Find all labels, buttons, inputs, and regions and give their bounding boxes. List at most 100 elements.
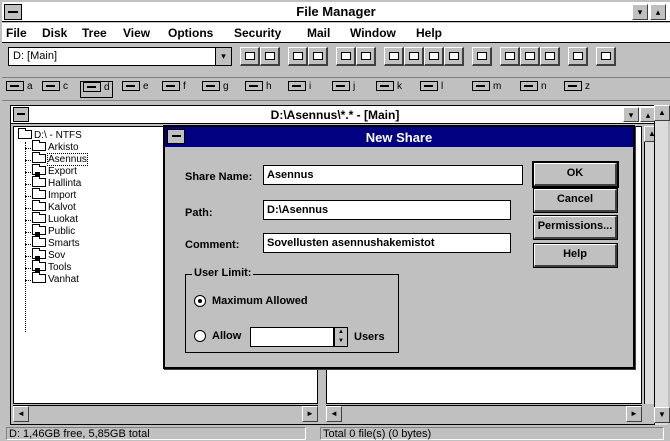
permissions-tool[interactable] (596, 47, 616, 66)
stop-sharing-tool[interactable] (308, 47, 328, 66)
drive-e[interactable]: e (122, 81, 149, 98)
tree-horizontal-scrollbar[interactable]: ◄ ► (13, 405, 318, 422)
drive-letter: e (143, 81, 149, 92)
dialog-title-bar[interactable]: New Share (165, 127, 633, 147)
path-label: Path: (185, 207, 213, 219)
scroll-left-icon[interactable]: ◄ (326, 406, 342, 422)
drive-letter: i (309, 81, 312, 92)
share-as-tool[interactable] (288, 47, 308, 66)
scroll-right-icon[interactable]: ► (626, 406, 642, 422)
title-bar[interactable]: File Manager ▾ ▴ (2, 2, 670, 22)
menu-options[interactable]: Options (168, 26, 213, 40)
disconnect-drive-tool[interactable] (260, 47, 280, 66)
folder-icon (32, 176, 46, 187)
dropdown-arrow-icon[interactable]: ▾ (215, 48, 231, 65)
sort-name-tool[interactable] (424, 47, 444, 66)
menu-help[interactable]: Help (416, 26, 442, 40)
tree-item-selected[interactable]: Asennus (32, 152, 88, 166)
drive-l[interactable]: l (420, 81, 443, 98)
drive-d[interactable]: d (80, 81, 113, 98)
properties-tool[interactable] (568, 47, 588, 66)
tree-root-label: D:\ - NTFS (34, 130, 82, 141)
list-view-tool[interactable] (384, 47, 404, 66)
tree-branch (25, 160, 31, 161)
drive-z[interactable]: z (564, 81, 590, 98)
status-disk-space: D: 1,46GB free, 5,85GB total (6, 427, 306, 440)
delete-file-tool[interactable] (540, 47, 560, 66)
scroll-up-icon[interactable]: ▲ (654, 105, 670, 121)
files-horizontal-scrollbar[interactable]: ◄ ► (326, 405, 642, 422)
drive-c[interactable]: c (42, 81, 68, 98)
allow-users-input[interactable] (250, 327, 334, 347)
connect-drive-tool[interactable] (240, 47, 260, 66)
menu-mail[interactable]: Mail (307, 26, 330, 40)
large-icons-tool[interactable] (336, 47, 356, 66)
child-minimize-button[interactable]: ▾ (623, 107, 639, 122)
network-drive-icon (288, 81, 306, 92)
drive-i[interactable]: i (288, 81, 311, 98)
comment-input[interactable]: Sovellusten asennushakemistot (263, 233, 511, 253)
permissions-button[interactable]: Permissions... (533, 215, 618, 240)
drive-f[interactable]: f (162, 81, 186, 98)
allow-radio[interactable] (194, 330, 206, 342)
scroll-right-icon[interactable]: ► (302, 406, 318, 422)
copy-tool[interactable] (500, 47, 520, 66)
drive-letter: f (183, 81, 186, 92)
maximum-allowed-label[interactable]: Maximum Allowed (212, 295, 308, 307)
floppy-drive-icon (6, 81, 24, 92)
drive-n[interactable]: n (520, 81, 547, 98)
small-icons-tool[interactable] (356, 47, 376, 66)
share-name-input[interactable]: Asennus (263, 165, 523, 185)
drive-letter: n (541, 81, 547, 92)
tree-root[interactable]: D:\ - NTFS (18, 128, 82, 142)
details-view-tool[interactable] (404, 47, 424, 66)
drive-m[interactable]: m (472, 81, 501, 98)
status-bar: D: 1,46GB free, 5,85GB total Total 0 fil… (2, 426, 670, 441)
drive-letter: g (223, 81, 229, 92)
menu-disk[interactable]: Disk (42, 26, 67, 40)
delete-tool[interactable] (472, 47, 492, 66)
tree-item-label: Tools (48, 262, 72, 273)
drive-g[interactable]: g (202, 81, 229, 98)
connect-drive-icon (245, 52, 255, 60)
drive-letter: m (493, 81, 502, 92)
tree-item[interactable]: Vanhat (32, 272, 79, 286)
shared-folder-icon (32, 260, 46, 272)
drive-j[interactable]: j (332, 81, 355, 98)
tree-branch (25, 268, 31, 269)
main-vertical-scrollbar[interactable]: ▲ ▼ (654, 105, 670, 425)
menu-tree[interactable]: Tree (82, 26, 107, 40)
directory-window-title-bar[interactable]: D:\Asennus\*.* - [Main] ▾ ▴ (11, 106, 659, 124)
path-input[interactable]: D:\Asennus (263, 200, 511, 220)
minimize-button[interactable]: ▾ (632, 4, 648, 20)
network-drive-icon (472, 81, 490, 92)
maximum-allowed-radio[interactable] (194, 295, 206, 307)
users-spinner[interactable]: ▲ ▼ (334, 327, 348, 347)
directory-window-title: D:\Asennus\*.* - [Main] (270, 108, 400, 122)
drive-letter: l (441, 81, 444, 92)
menu-security[interactable]: Security (234, 26, 281, 40)
ok-button[interactable]: OK (532, 161, 619, 188)
drive-k[interactable]: k (376, 81, 402, 98)
drive-a[interactable]: a (6, 81, 33, 98)
menu-file[interactable]: File (6, 26, 27, 40)
folder-icon (32, 212, 46, 223)
menu-view[interactable]: View (123, 26, 150, 40)
allow-label[interactable]: Allow (212, 330, 241, 342)
maximize-button[interactable]: ▴ (650, 4, 666, 20)
shared-folder-icon (32, 164, 46, 176)
drive-h[interactable]: h (245, 81, 272, 98)
move-tool[interactable] (520, 47, 540, 66)
help-button[interactable]: Help (533, 243, 618, 268)
scroll-left-icon[interactable]: ◄ (13, 406, 29, 422)
menu-window[interactable]: Window (350, 26, 396, 40)
sort-type-tool[interactable] (444, 47, 464, 66)
shared-folder-icon (32, 248, 46, 260)
network-drive-icon (420, 81, 438, 92)
scroll-down-icon[interactable]: ▼ (654, 407, 670, 423)
drive-select-value: D: [Main] (13, 50, 58, 62)
drive-letter: d (104, 82, 110, 93)
cancel-button[interactable]: Cancel (533, 188, 618, 213)
small-icons-icon (361, 52, 371, 60)
drive-select[interactable]: D: [Main] ▾ (8, 47, 232, 66)
